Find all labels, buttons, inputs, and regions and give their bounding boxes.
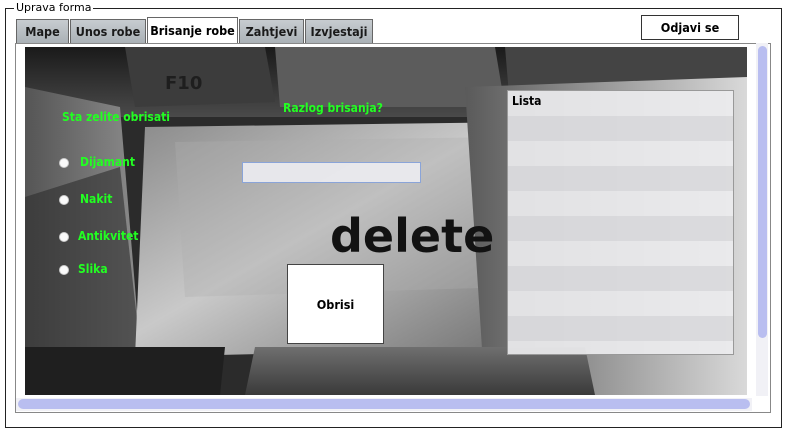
svg-text:F10: F10 <box>165 73 202 94</box>
list-row <box>508 166 733 191</box>
radio-slika[interactable] <box>59 265 69 275</box>
background-key-text: delete <box>330 209 494 263</box>
list-row <box>508 216 733 241</box>
option-antikvitet-label: Antikvitet <box>78 229 139 243</box>
list-header: Lista <box>512 94 542 108</box>
tab-brisanje-robe[interactable]: Brisanje robe <box>147 17 238 43</box>
groupbox-title: Uprava forma <box>14 1 94 14</box>
tab-izvjestaji[interactable]: Izvjestaji <box>305 19 373 43</box>
list-row <box>508 116 733 141</box>
radio-nakit[interactable] <box>59 195 69 205</box>
option-nakit-label: Nakit <box>80 192 113 206</box>
list-row <box>508 266 733 291</box>
tab-unos-robe[interactable]: Unos robe <box>70 19 146 43</box>
reason-input[interactable] <box>242 162 421 183</box>
option-slika-label: Slika <box>78 262 108 276</box>
horizontal-scroll-thumb[interactable] <box>18 399 750 409</box>
tab-mape[interactable]: Mape <box>16 19 69 43</box>
delete-button[interactable]: Obrisi <box>287 264 384 344</box>
delete-question-label: Sta zelite obrisati <box>62 110 170 124</box>
radio-antikvitet[interactable] <box>59 232 69 242</box>
reason-label: Razlog brisanja? <box>283 101 383 115</box>
radio-dijamant[interactable] <box>59 158 69 168</box>
logout-button[interactable]: Odjavi se <box>641 15 739 40</box>
option-dijamant-label: Dijamant <box>80 155 136 169</box>
vertical-scroll-thumb[interactable] <box>758 46 767 338</box>
list-row <box>508 316 733 341</box>
tab-zahtjevi[interactable]: Zahtjevi <box>239 19 304 43</box>
items-listbox[interactable]: Lista <box>507 90 734 355</box>
